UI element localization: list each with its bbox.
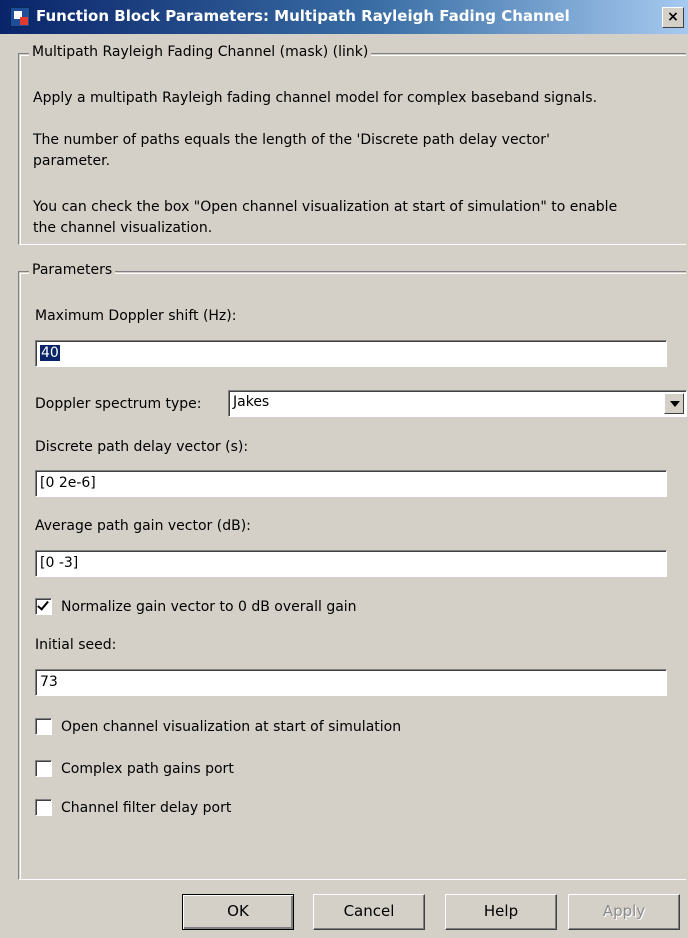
dialog-window: Function Block Parameters: Multipath Ray…	[0, 0, 688, 938]
checkbox-box[interactable]	[35, 760, 52, 777]
path-gain-label: Average path gain vector (dB):	[35, 518, 251, 534]
complex-gains-port-label: Complex path gains port	[61, 760, 234, 777]
open-visualization-label: Open channel visualization at start of s…	[61, 718, 402, 735]
checkbox-box[interactable]	[35, 718, 52, 735]
window-title: Function Block Parameters: Multipath Ray…	[36, 7, 570, 25]
doppler-spectrum-select[interactable]: Jakes	[228, 390, 687, 417]
cancel-button[interactable]: Cancel	[313, 894, 425, 930]
filter-delay-port-checkbox[interactable]: Channel filter delay port	[35, 799, 231, 816]
open-visualization-checkbox[interactable]: Open channel visualization at start of s…	[35, 718, 401, 735]
max-doppler-value: 40	[40, 345, 60, 361]
title-bar[interactable]: Function Block Parameters: Multipath Ray…	[0, 0, 688, 34]
initial-seed-input[interactable]: 73	[35, 669, 667, 696]
checkbox-box[interactable]	[35, 799, 52, 816]
description-line-4: You can check the box "Open channel visu…	[33, 199, 618, 215]
apply-button[interactable]: Apply	[568, 894, 680, 930]
doppler-spectrum-label: Doppler spectrum type:	[35, 396, 202, 412]
description-line-1: Apply a multipath Rayleigh fading channe…	[33, 90, 598, 106]
description-line-5: the channel visualization.	[33, 220, 213, 236]
description-group: Multipath Rayleigh Fading Channel (mask)…	[18, 44, 686, 245]
checkmark-icon	[37, 598, 49, 611]
description-group-label: Multipath Rayleigh Fading Channel (mask)…	[29, 44, 372, 60]
parameters-group-label: Parameters	[29, 262, 116, 278]
normalize-gain-checkbox[interactable]: Normalize gain vector to 0 dB overall ga…	[35, 598, 357, 615]
description-line-2: The number of paths equals the length of…	[33, 132, 550, 148]
filter-delay-port-label: Channel filter delay port	[61, 799, 232, 816]
chevron-down-icon[interactable]	[664, 393, 684, 414]
close-button[interactable]: ×	[662, 7, 684, 28]
normalize-gain-label: Normalize gain vector to 0 dB overall ga…	[61, 598, 357, 615]
checkbox-box[interactable]	[35, 598, 52, 615]
path-delay-label: Discrete path delay vector (s):	[35, 439, 249, 455]
simulink-app-icon	[10, 7, 30, 27]
max-doppler-input[interactable]: 40	[35, 340, 667, 367]
initial-seed-label: Initial seed:	[35, 637, 117, 653]
complex-gains-port-checkbox[interactable]: Complex path gains port	[35, 760, 234, 777]
help-button[interactable]: Help	[445, 894, 557, 930]
ok-button[interactable]: OK	[182, 894, 294, 930]
parameters-group: Parameters Maximum Doppler shift (Hz): 4…	[18, 262, 687, 880]
doppler-spectrum-value: Jakes	[233, 394, 270, 410]
description-line-3: parameter.	[33, 153, 111, 169]
path-delay-input[interactable]: [0 2e-6]	[35, 470, 667, 497]
max-doppler-label: Maximum Doppler shift (Hz):	[35, 308, 237, 324]
path-gain-input[interactable]: [0 -3]	[35, 550, 667, 577]
